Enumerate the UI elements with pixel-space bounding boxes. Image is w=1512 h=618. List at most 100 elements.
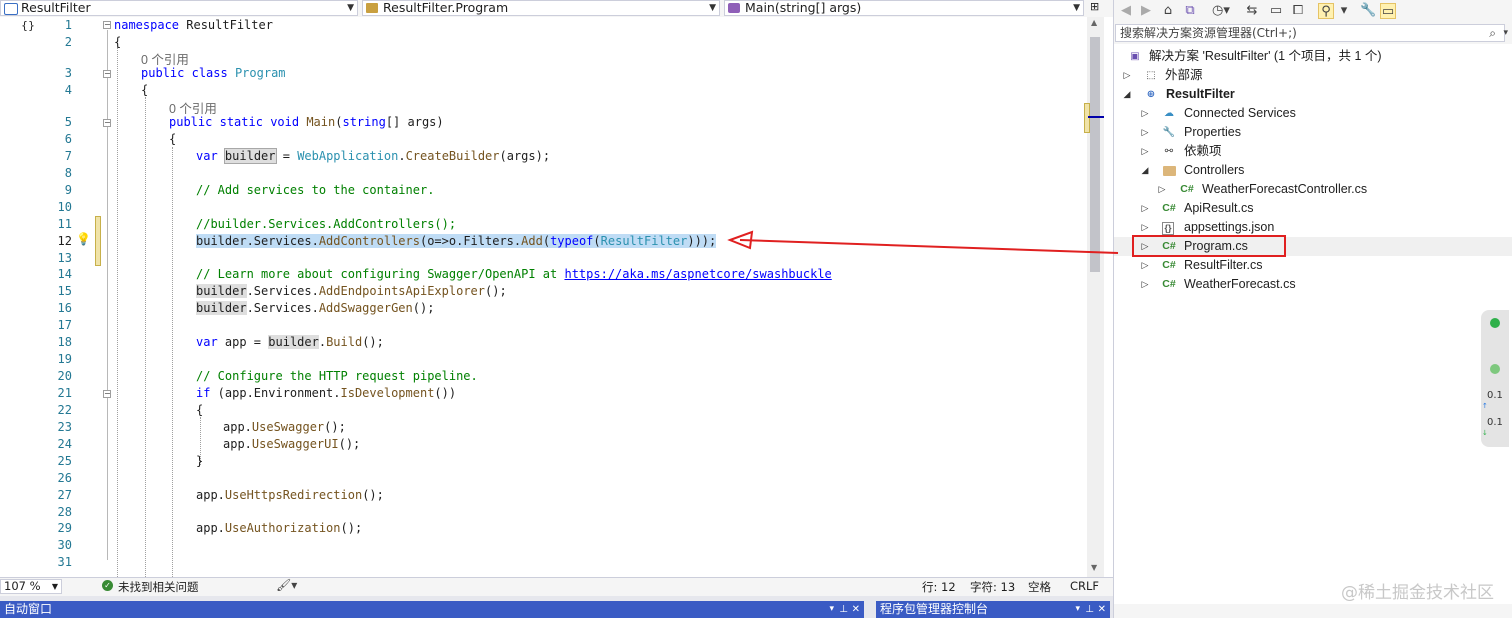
expand-icon[interactable]: ▷	[1140, 275, 1150, 294]
sync-icon[interactable]: ⇆	[1244, 3, 1260, 19]
tree-item-external-sources[interactable]: ▷ ⬚ 外部源	[1114, 66, 1512, 85]
scroll-down-icon[interactable]: ▼	[1091, 563, 1097, 572]
network-speed-widget[interactable]: 0.1 ↑ 0.1 ↓	[1481, 310, 1509, 447]
code-token: ();	[362, 335, 384, 349]
dropdown-icon[interactable]: ▾	[829, 601, 834, 618]
properties-icon[interactable]: 🔧	[1360, 3, 1376, 19]
line-number: 19	[57, 352, 72, 366]
member-dropdown[interactable]: Main(string[] args) ▼	[724, 0, 1084, 16]
preview-icon[interactable]: ▭	[1380, 3, 1396, 19]
close-icon[interactable]: ✕	[852, 601, 860, 618]
tree-item-project[interactable]: ◢ ⊕ ResultFilter	[1114, 85, 1512, 104]
collapse-icon[interactable]: ◢	[1122, 85, 1132, 104]
close-icon[interactable]: ✕	[1098, 601, 1106, 618]
filter-icon[interactable]: ⚲	[1318, 3, 1334, 19]
collapse-icon[interactable]: −	[103, 21, 111, 29]
expand-icon[interactable]: ▷	[1140, 256, 1150, 275]
column-indicator[interactable]: 字符: 13	[970, 579, 1015, 595]
collapse-icon[interactable]: −	[103, 390, 111, 398]
code-line-12: builder.Services.AddControllers(o=>o.Fil…	[196, 234, 717, 248]
pin-icon[interactable]: ⊥	[1085, 601, 1094, 618]
line-ending-indicator[interactable]: CRLF	[1070, 579, 1099, 593]
code-token: (o=>o.Filters.	[419, 234, 522, 248]
search-icon[interactable]: ⌕	[1489, 25, 1496, 41]
zoom-dropdown[interactable]: 107 % ▼	[0, 579, 62, 594]
zoom-level: 107 %	[4, 579, 41, 593]
code-line-11: //builder.Services.AddControllers();	[196, 217, 457, 231]
csharp-file-icon: C#	[1180, 183, 1194, 195]
filter-dropdown-icon[interactable]: ▾	[1336, 3, 1352, 19]
download-arrow-icon: ↓	[1482, 429, 1488, 437]
line-number: 29	[57, 521, 72, 535]
collapse-icon[interactable]: −	[103, 119, 111, 127]
code-token: ())	[434, 386, 457, 400]
expand-icon[interactable]: ▷	[1140, 199, 1150, 218]
tree-item-weatherforecast[interactable]: ▷ C# WeatherForecast.cs	[1114, 275, 1512, 294]
collapse-icon[interactable]: −	[103, 70, 111, 78]
tree-item-dependencies[interactable]: ▷ ⚯ 依赖项	[1114, 142, 1512, 161]
tree-item-resultfilter[interactable]: ▷ C# ResultFilter.cs	[1114, 256, 1512, 275]
line-indicator[interactable]: 行: 12	[922, 579, 956, 595]
code-token: namespace	[114, 18, 180, 32]
tree-item-apiresult[interactable]: ▷ C# ApiResult.cs	[1114, 199, 1512, 218]
split-window-icon[interactable]: ⊞	[1090, 0, 1099, 13]
collapse-all-icon[interactable]: ▭	[1268, 3, 1284, 19]
vertical-scrollbar[interactable]: ▲ ▼	[1084, 17, 1104, 577]
code-line-25: }	[196, 454, 204, 468]
switch-views-icon[interactable]: ⧉	[1182, 3, 1198, 19]
package-manager-label: 程序包管理器控制台	[880, 602, 989, 616]
code-line-22: {	[196, 403, 204, 417]
expand-icon[interactable]: ▷	[1140, 142, 1150, 161]
tree-item-properties[interactable]: ▷ 🔧 Properties	[1114, 123, 1512, 142]
solution-search-input[interactable]: 搜索解决方案资源管理器(Ctrl+;) ⌕ ▾	[1115, 24, 1508, 42]
class-dropdown-label: ResultFilter.Program	[383, 0, 509, 15]
dropdown-icon[interactable]: ▾	[1075, 601, 1080, 618]
code-token: .Services.	[246, 284, 319, 298]
code-link[interactable]: https://aka.ms/aspnetcore/swashbuckle	[564, 267, 831, 281]
home-icon[interactable]: ⌂	[1160, 3, 1176, 19]
expand-icon[interactable]: ▷	[1140, 104, 1150, 123]
solution-icon: ▣	[1130, 51, 1140, 62]
class-dropdown[interactable]: ResultFilter.Program ▼	[362, 0, 720, 16]
project-dropdown[interactable]: ResultFilter ▼	[0, 0, 358, 16]
show-all-files-icon[interactable]: ⧠	[1290, 3, 1306, 19]
code-token: app.	[223, 420, 252, 434]
pin-icon[interactable]: ⊥	[839, 601, 848, 618]
back-icon[interactable]: ◀	[1118, 3, 1134, 19]
whitespace-indicator[interactable]: 空格	[1028, 579, 1051, 595]
code-token: Main	[306, 115, 336, 129]
code-line-18: var app = builder.Build();	[196, 335, 384, 349]
code-cleanup-icon[interactable]: 🖌▾	[276, 578, 297, 592]
code-token: Add	[521, 234, 543, 248]
autos-window-title[interactable]: 自动窗口 ▾ ⊥ ✕	[0, 601, 864, 618]
tree-item-weatherforecastcontroller[interactable]: ▷ C# WeatherForecastController.cs	[1114, 180, 1512, 199]
status-dot-icon	[1490, 364, 1500, 374]
collapse-icon[interactable]: ◢	[1140, 161, 1150, 180]
scroll-up-icon[interactable]: ▲	[1091, 18, 1097, 27]
tree-item-controllers[interactable]: ◢ Controllers	[1114, 161, 1512, 180]
tree-label: ApiResult.cs	[1184, 201, 1254, 215]
autos-window-label: 自动窗口	[4, 602, 53, 616]
code-line-21: if (app.Environment.IsDevelopment())	[196, 386, 456, 400]
code-token: class	[191, 66, 228, 80]
chevron-down-icon[interactable]: ▾	[1503, 25, 1508, 41]
forward-icon[interactable]: ▶	[1138, 3, 1154, 19]
expand-icon[interactable]: ▷	[1122, 66, 1132, 85]
tree-item-solution[interactable]: ▣ 解决方案 'ResultFilter' (1 个项目，共 1 个)	[1114, 47, 1512, 66]
expand-icon[interactable]: ▷	[1157, 180, 1167, 199]
code-token: Program	[234, 66, 286, 80]
issues-status[interactable]: 未找到相关问题	[118, 579, 199, 595]
expand-icon[interactable]: ▷	[1140, 123, 1150, 142]
code-editor[interactable]: {} 1 2 3 4 5 6 7 8 9 10 11 12 13 14 15 16 17 18 19 20 21 22 23…	[0, 17, 1113, 577]
code-token: Build	[326, 335, 363, 349]
package-manager-console-title[interactable]: 程序包管理器控制台 ▾ ⊥ ✕	[876, 601, 1110, 618]
code-token: ();	[338, 437, 361, 451]
code-token: ();	[340, 521, 363, 535]
line-number: 9	[64, 183, 72, 197]
pending-changes-icon[interactable]: ◷▾	[1212, 3, 1230, 19]
code-token: builder	[268, 335, 319, 349]
download-speed: 0.1	[1487, 417, 1503, 428]
lightbulb-icon[interactable]: 💡	[76, 232, 91, 246]
tree-item-connected-services[interactable]: ▷ ☁ Connected Services	[1114, 104, 1512, 123]
code-token: AddEndpointsApiExplorer	[318, 284, 485, 298]
